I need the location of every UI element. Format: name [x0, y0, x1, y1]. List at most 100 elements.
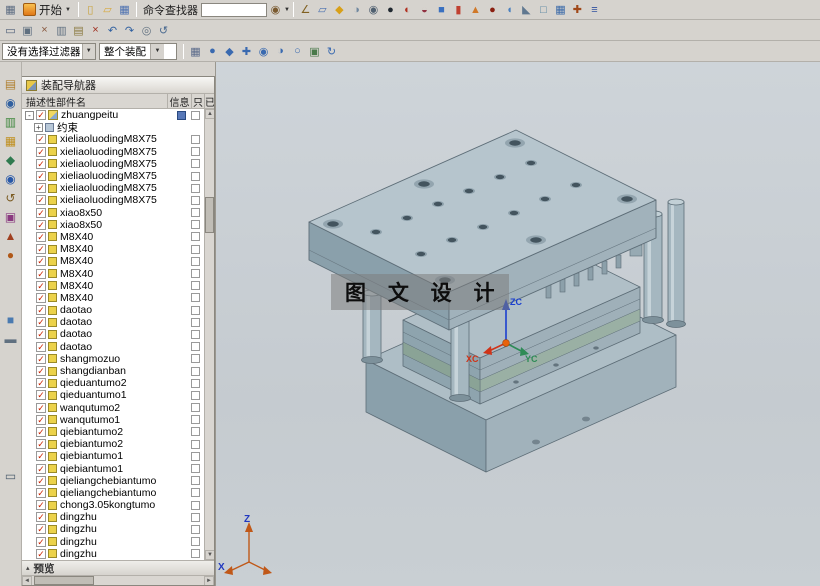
wcs-z-label[interactable]: ZC — [510, 297, 522, 307]
column-header-modified[interactable]: 已 — [205, 94, 214, 109]
scroll-up-icon[interactable]: ▲ — [205, 109, 214, 119]
readonly-checkbox[interactable] — [191, 329, 200, 339]
wcs-origin-ball[interactable] — [502, 339, 510, 347]
binoculars-icon[interactable]: ◉ — [267, 1, 284, 18]
component-checkbox[interactable]: ✓ — [36, 366, 46, 377]
web-browser-icon[interactable]: ◉ — [2, 171, 20, 187]
gear-icon[interactable]: ◎ — [138, 22, 155, 39]
collapse-icon[interactable]: ▴ — [26, 564, 30, 572]
quadrant-point-icon[interactable]: ◑ — [272, 43, 289, 60]
tree-row[interactable]: ✓ qieliangchebiantumo — [22, 475, 204, 487]
component-checkbox[interactable]: ✓ — [36, 244, 46, 255]
command-finder-input[interactable] — [200, 2, 267, 17]
intersection-point-icon[interactable]: ✚ — [238, 43, 255, 60]
scroll-left-icon[interactable]: ◄ — [22, 576, 32, 585]
readonly-checkbox[interactable] — [191, 134, 200, 144]
boolean-subtract-icon[interactable]: ◐ — [399, 1, 416, 18]
end-point-icon[interactable]: ● — [204, 43, 221, 60]
component-checkbox[interactable]: ✓ — [36, 487, 46, 498]
tree-row[interactable]: ✓ dingzhu — [22, 548, 204, 560]
start-menu-button[interactable]: 开始 ▼ — [19, 1, 75, 19]
readonly-checkbox[interactable] — [191, 305, 200, 315]
3d-model-canvas[interactable]: ZC YC XC Z X — [216, 62, 820, 586]
wcs-x-label[interactable]: XC — [466, 354, 479, 364]
readonly-checkbox[interactable] — [191, 342, 200, 352]
readonly-checkbox[interactable] — [191, 110, 200, 120]
readonly-checkbox[interactable] — [191, 220, 200, 230]
tree-row[interactable]: ✓ daotao — [22, 304, 204, 316]
readonly-checkbox[interactable] — [191, 451, 200, 461]
vertical-scrollbar[interactable]: ▲ ▼ — [204, 109, 214, 560]
tree-row[interactable]: ✓ xiao8x50 — [22, 207, 204, 219]
tree-row[interactable]: ✓ M8X40 — [22, 280, 204, 292]
component-checkbox[interactable]: ✓ — [36, 402, 46, 413]
readonly-checkbox[interactable] — [191, 427, 200, 437]
component-checkbox[interactable]: ✓ — [36, 524, 46, 535]
readonly-checkbox[interactable] — [191, 269, 200, 279]
assembly-navigator-icon[interactable]: ▤ — [2, 76, 20, 92]
tree-row[interactable]: ✓ wanqutumo2 — [22, 402, 204, 414]
manufacturing-wizard-icon[interactable]: ▲ — [2, 228, 20, 244]
scrollbar-track[interactable] — [32, 576, 204, 585]
readonly-checkbox[interactable] — [191, 256, 200, 266]
readonly-checkbox[interactable] — [191, 366, 200, 376]
tree-row[interactable]: ✓ dingzhu — [22, 523, 204, 535]
hd3d-tools-icon[interactable]: ◆ — [2, 152, 20, 168]
tree-row[interactable]: ✓ qiebiantumo2 — [22, 426, 204, 438]
undo-icon[interactable]: ↶ — [104, 22, 121, 39]
tree-row[interactable]: ✓ M8X40 — [22, 267, 204, 280]
datum-plane-icon[interactable]: ▱ — [314, 1, 331, 18]
open-icon[interactable]: ▱ — [99, 1, 116, 18]
component-checkbox[interactable]: ✓ — [36, 329, 46, 340]
scrollbar-thumb[interactable] — [34, 576, 94, 585]
hole-icon[interactable]: ◉ — [365, 1, 382, 18]
constraint-navigator-icon[interactable]: ◉ — [2, 95, 20, 111]
readonly-checkbox[interactable] — [191, 159, 200, 169]
system-scenes-icon[interactable]: ■ — [2, 312, 20, 328]
arc-center-icon[interactable]: ◉ — [255, 43, 272, 60]
readonly-checkbox[interactable] — [191, 195, 200, 205]
edge-blend-icon[interactable]: ◖ — [501, 1, 518, 18]
touch-mode-icon[interactable]: ▭ — [2, 22, 19, 39]
component-checkbox[interactable]: ✓ — [36, 548, 46, 559]
tree-row[interactable]: ✓ shangdianban — [22, 365, 204, 377]
component-checkbox[interactable]: ✓ — [36, 500, 46, 511]
pattern-feature-icon[interactable]: ▦ — [552, 1, 569, 18]
readonly-checkbox[interactable] — [191, 378, 200, 388]
component-checkbox[interactable]: ✓ — [36, 353, 46, 364]
tree-row[interactable]: ✓ qieduantumo1 — [22, 389, 204, 401]
component-checkbox[interactable]: ✓ — [36, 219, 46, 230]
scroll-right-icon[interactable]: ► — [204, 576, 214, 585]
redo-icon[interactable]: ↷ — [121, 22, 138, 39]
tree-row[interactable]: ✓ qiebiantumo2 — [22, 438, 204, 450]
expand-toggle[interactable]: - — [25, 110, 34, 120]
boolean-unite-icon[interactable]: ● — [382, 1, 399, 18]
tree-row[interactable]: ✓ dingzhu — [22, 536, 204, 548]
app-menu-icon[interactable]: ▦ — [2, 1, 19, 18]
revolve-icon[interactable]: ◑ — [348, 1, 365, 18]
sphere-icon[interactable]: ● — [484, 1, 501, 18]
tree-row[interactable]: ✓ shangmozuo — [22, 353, 204, 365]
component-checkbox[interactable]: ✓ — [36, 414, 46, 425]
readonly-checkbox[interactable] — [191, 512, 200, 522]
scrollbar-track[interactable] — [205, 119, 214, 550]
component-checkbox[interactable]: ✓ — [36, 305, 46, 316]
readonly-checkbox[interactable] — [191, 244, 200, 254]
block-icon[interactable]: ■ — [433, 1, 450, 18]
tree-row[interactable]: ✓ qieliangchebiantumo — [22, 487, 204, 499]
tree-row[interactable]: ✓ qiebiantumo1 — [22, 462, 204, 475]
caret-down-icon[interactable]: ▼ — [150, 43, 164, 59]
assembly-constraints-icon[interactable]: ≡ — [586, 1, 603, 18]
component-checkbox[interactable]: ✓ — [36, 341, 46, 352]
scrollbar-thumb[interactable] — [205, 196, 214, 233]
component-checkbox[interactable]: ✓ — [36, 463, 46, 474]
tree-row[interactable]: ✓ M8X40 — [22, 255, 204, 267]
readonly-checkbox[interactable] — [191, 281, 200, 291]
tree-row[interactable]: ✓ wanqutumo1 — [22, 414, 204, 426]
readonly-checkbox[interactable] — [191, 549, 200, 559]
readonly-checkbox[interactable] — [191, 537, 200, 547]
roles-icon[interactable]: ● — [2, 247, 20, 263]
caret-down-icon[interactable]: ▼ — [284, 7, 290, 13]
tree-row[interactable]: ✓ xieliaoluodingM8X75 — [22, 158, 204, 170]
helix-icon[interactable]: ↺ — [155, 22, 172, 39]
